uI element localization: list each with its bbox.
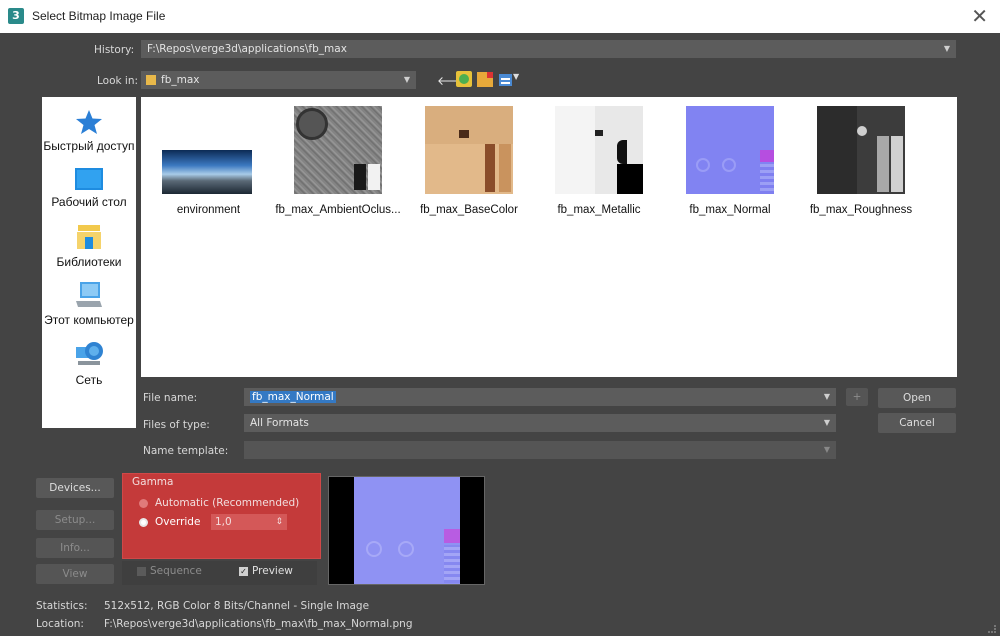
gamma-title: Gamma: [132, 476, 174, 488]
info-button[interactable]: Info...: [36, 538, 114, 558]
add-button[interactable]: +: [846, 388, 868, 406]
preview-normal-map: [354, 477, 460, 584]
file-browser: environment fb_max_AmbientOclus... fb_ma…: [141, 97, 957, 377]
place-label: Сеть: [75, 373, 103, 387]
up-folder-icon[interactable]: [456, 71, 472, 87]
location-label: Location:: [36, 618, 84, 630]
name-template-label: Name template:: [143, 445, 229, 457]
lookin-label: Look in:: [97, 75, 139, 87]
lookin-value: fb_max: [161, 74, 200, 86]
places-sidebar: Быстрый доступ Рабочий стол Библиотеки Э…: [42, 97, 136, 428]
view-menu-icon[interactable]: ▼: [499, 72, 521, 86]
place-label: Быстрый доступ: [43, 139, 135, 153]
title-bar[interactable]: 3 Select Bitmap Image File ✕: [0, 0, 1000, 33]
app-icon: 3: [8, 8, 24, 24]
files-of-type-label: Files of type:: [143, 419, 210, 431]
gamma-override-label: Override: [155, 516, 201, 528]
open-button[interactable]: Open: [878, 388, 956, 408]
place-libraries[interactable]: Библиотеки: [42, 223, 136, 269]
file-name-value: fb_max_Normal: [250, 391, 336, 403]
file-name-label: environment: [176, 204, 241, 216]
desktop-icon: [75, 168, 103, 190]
sequence-checkbox[interactable]: [137, 567, 146, 576]
location-value: F:\Repos\verge3d\applications\fb_max\fb_…: [104, 618, 413, 630]
name-template-dropdown[interactable]: ▼: [244, 441, 836, 459]
statistics-value: 512x512, RGB Color 8 Bits/Channel - Sing…: [104, 600, 370, 612]
gamma-override-radio[interactable]: [139, 518, 148, 527]
history-value: F:\Repos\verge3d\applications\fb_max: [147, 43, 347, 55]
preview-label: Preview: [252, 565, 293, 577]
folder-icon: [146, 75, 156, 85]
spinner-arrows-icon[interactable]: ⇕: [275, 514, 283, 530]
thumbnail-environment[interactable]: [162, 150, 252, 194]
gamma-override-value: 1,0: [215, 516, 232, 528]
window-title: Select Bitmap Image File: [32, 9, 166, 23]
gamma-automatic-label: Automatic (Recommended): [155, 497, 300, 509]
network-icon: [76, 342, 103, 365]
lookin-dropdown[interactable]: fb_max ▼: [141, 71, 416, 89]
close-icon[interactable]: ✕: [971, 4, 988, 28]
select-bitmap-dialog: 3 Select Bitmap Image File ✕ History: F:…: [0, 0, 1000, 636]
file-name-label-field: File name:: [143, 392, 198, 404]
chevron-down-icon: ▼: [403, 75, 410, 84]
chevron-down-icon: ▼: [943, 44, 950, 53]
thumbnail-base-color[interactable]: [425, 106, 513, 194]
statistics-label: Statistics:: [36, 600, 88, 612]
place-desktop[interactable]: Рабочий стол: [42, 167, 136, 209]
chevron-down-icon: ▼: [823, 418, 830, 427]
setup-button[interactable]: Setup...: [36, 510, 114, 530]
file-name-label: fb_max_Metallic: [557, 204, 641, 216]
libraries-icon: [77, 225, 101, 249]
star-icon: [76, 110, 102, 134]
place-this-pc[interactable]: Этот компьютер: [42, 281, 136, 327]
thumbnail-metallic[interactable]: [555, 106, 643, 194]
devices-button[interactable]: Devices...: [36, 478, 114, 498]
gamma-group: Gamma Automatic (Recommended) Override 1…: [122, 473, 321, 559]
place-quick-access[interactable]: Быстрый доступ: [42, 109, 136, 153]
place-label: Рабочий стол: [51, 195, 127, 209]
computer-icon: [76, 282, 102, 307]
cancel-button[interactable]: Cancel: [878, 413, 956, 433]
files-of-type-dropdown[interactable]: All Formats ▼: [244, 414, 836, 432]
place-label: Библиотеки: [56, 255, 122, 269]
thumbnail-normal[interactable]: [686, 106, 774, 194]
image-preview: [328, 476, 485, 585]
history-dropdown[interactable]: F:\Repos\verge3d\applications\fb_max ▼: [141, 40, 956, 58]
gamma-automatic-radio[interactable]: [139, 499, 148, 508]
file-name-label: fb_max_Normal: [689, 204, 771, 216]
new-folder-icon[interactable]: [477, 72, 493, 87]
file-name-label: fb_max_BaseColor: [420, 204, 518, 216]
resize-grip-icon[interactable]: [988, 625, 996, 633]
view-button[interactable]: View: [36, 564, 114, 584]
thumbnail-ambient-occlusion[interactable]: [294, 106, 382, 194]
place-label: Этот компьютер: [44, 313, 134, 327]
gamma-override-spinner[interactable]: 1,0 ⇕: [211, 514, 287, 530]
file-name-label: fb_max_Roughness: [809, 204, 913, 216]
thumbnail-roughness[interactable]: [817, 106, 905, 194]
preview-checkbox[interactable]: ✓: [239, 567, 248, 576]
sequence-label: Sequence: [150, 565, 202, 577]
history-label: History:: [94, 44, 135, 56]
file-name-input[interactable]: fb_max_Normal ▼: [244, 388, 836, 406]
chevron-down-icon: ▼: [823, 392, 830, 401]
place-network[interactable]: Сеть: [42, 339, 136, 387]
files-of-type-value: All Formats: [250, 417, 309, 429]
file-name-label: fb_max_AmbientOclus...: [275, 204, 401, 216]
chevron-down-icon: ▼: [823, 445, 830, 454]
